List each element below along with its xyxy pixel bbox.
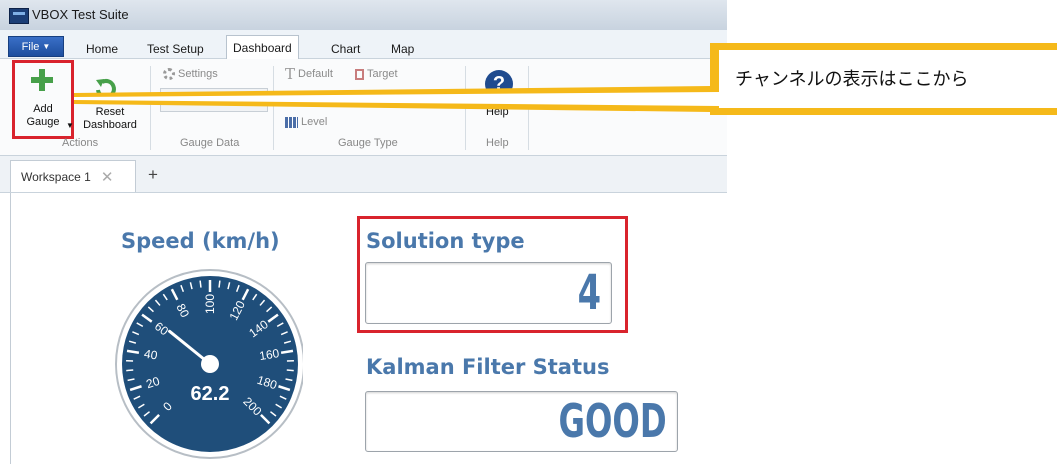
gauge-tick [286, 369, 294, 372]
reset-dashboard-button[interactable]: Reset Dashboard [74, 62, 146, 134]
speed-value: 62.2 [191, 383, 230, 405]
file-label: File [21, 40, 40, 53]
gauge-data-select[interactable] [160, 88, 268, 112]
solution-type-display[interactable]: 4 [365, 262, 612, 324]
callout-text: チャンネルの表示はここから [735, 69, 969, 89]
solution-type-value: 4 [577, 265, 601, 321]
settings-label: Settings [178, 68, 218, 80]
solution-type-title: Solution type [366, 229, 525, 253]
kalman-filter-value: GOOD [558, 394, 667, 448]
level-label: Level [301, 116, 328, 128]
target-label: Target [367, 68, 398, 80]
tab-chart[interactable]: Chart [331, 40, 360, 58]
level-gauge-type[interactable]: Level [285, 116, 327, 128]
add-workspace-button[interactable]: + [139, 162, 167, 190]
target-gauge-type[interactable]: Target [355, 68, 398, 80]
app-icon [9, 8, 29, 24]
gauge-type-group-label: Gauge Type [338, 137, 398, 149]
plus-icon [31, 69, 53, 91]
gauge-tick-label: 40 [143, 347, 159, 363]
gauge-tick [199, 280, 202, 288]
settings-button[interactable]: Settings [163, 68, 218, 80]
workspace-tab-label: Workspace 1 [21, 169, 91, 184]
ribbon-divider [528, 66, 529, 150]
close-icon[interactable]: ✕ [101, 168, 114, 186]
add-gauge-label: Add Gauge [26, 103, 60, 128]
tab-home[interactable]: Home [86, 40, 118, 58]
tab-map[interactable]: Map [391, 40, 414, 58]
gauge-data-group-label: Gauge Data [180, 137, 240, 149]
dropdown-arrow-icon: ▼ [42, 42, 51, 51]
reset-icon [96, 78, 116, 99]
add-gauge-dropdown-icon[interactable]: ▼ [66, 121, 74, 130]
gauge-tick [218, 280, 221, 288]
speed-gauge-title: Speed (km/h) [121, 229, 280, 253]
gauge-tick [126, 369, 134, 372]
speed-gauge[interactable]: 020406080 100 120140160180200 62.2 [113, 264, 303, 464]
default-gauge-type[interactable]: T Default [285, 65, 333, 83]
help-button-label[interactable]: Help [486, 106, 509, 118]
file-menu-button[interactable]: File ▼ [8, 36, 64, 57]
target-icon [355, 68, 364, 80]
workspace-tab[interactable]: Workspace 1 ✕ [10, 160, 136, 192]
tab-test-setup[interactable]: Test Setup [147, 40, 204, 58]
gear-icon [163, 68, 175, 80]
gauge-tick-label: 100 [203, 294, 217, 314]
window-title: VBOX Test Suite [32, 7, 129, 22]
actions-group-label: Actions [62, 137, 99, 149]
kalman-filter-title: Kalman Filter Status [366, 355, 610, 379]
default-label: Default [298, 68, 333, 80]
ribbon-divider [465, 66, 466, 150]
kalman-filter-display[interactable]: GOOD [365, 391, 678, 452]
tab-dashboard[interactable]: Dashboard [226, 35, 299, 60]
reset-dashboard-label: Reset Dashboard [83, 106, 137, 131]
ribbon-divider [150, 66, 151, 150]
help-group-label: Help [486, 137, 509, 149]
needle-hub [201, 355, 219, 373]
help-icon[interactable]: ? [485, 70, 513, 98]
add-gauge-button[interactable]: Add Gauge [12, 60, 74, 139]
title-bar: VBOX Test Suite [0, 0, 727, 30]
app-window: VBOX Test Suite File ▼ Home Test Setup Da… [0, 0, 727, 464]
text-type-icon: T [285, 65, 296, 83]
ribbon-divider [273, 66, 274, 150]
level-icon [285, 116, 298, 128]
